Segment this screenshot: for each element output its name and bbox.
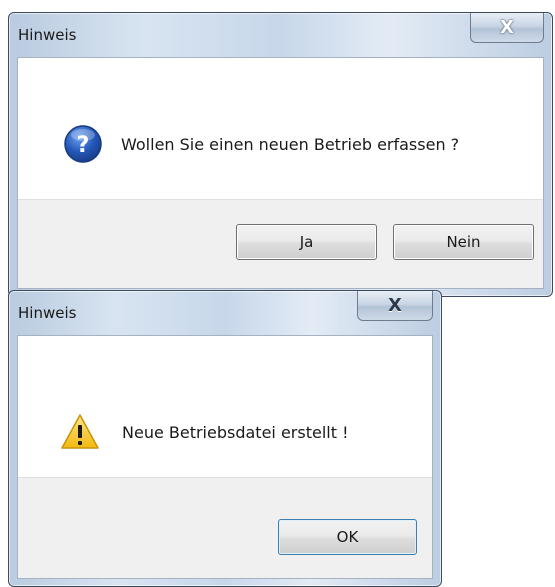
info-dialog: Hinweis X Neue Betriebsdatei erstellt ! …: [8, 290, 442, 587]
info-message-row: Neue Betriebsdatei erstellt !: [60, 412, 432, 452]
confirm-dialog-close-button[interactable]: X: [470, 13, 544, 43]
confirm-dialog-footer: Ja Nein: [18, 199, 543, 288]
no-button[interactable]: Nein: [393, 224, 534, 260]
yes-button[interactable]: Ja: [236, 224, 377, 260]
info-dialog-content: Neue Betriebsdatei erstellt ! OK: [17, 335, 433, 579]
info-dialog-close-button[interactable]: X: [357, 291, 433, 321]
ok-button[interactable]: OK: [278, 519, 417, 555]
info-message-text: Neue Betriebsdatei erstellt !: [122, 422, 349, 442]
confirm-dialog-content: ? Wollen Sie einen neuen Betrieb erfasse…: [17, 57, 544, 289]
confirm-message-row: ? Wollen Sie einen neuen Betrieb erfasse…: [63, 124, 543, 164]
svg-text:?: ?: [77, 133, 90, 158]
confirm-dialog-title: Hinweis: [18, 26, 77, 44]
confirm-dialog: Hinweis X ? Wollen Sie einen neuen Betri…: [8, 12, 553, 297]
confirm-dialog-titlebar[interactable]: Hinweis X: [9, 13, 552, 57]
confirm-message-text: Wollen Sie einen neuen Betrieb erfassen …: [121, 134, 460, 154]
info-dialog-title: Hinweis: [18, 304, 77, 322]
info-dialog-footer: OK: [18, 477, 432, 578]
info-dialog-titlebar[interactable]: Hinweis X: [9, 291, 441, 335]
warning-icon: [61, 414, 99, 449]
question-icon: ?: [64, 125, 102, 163]
